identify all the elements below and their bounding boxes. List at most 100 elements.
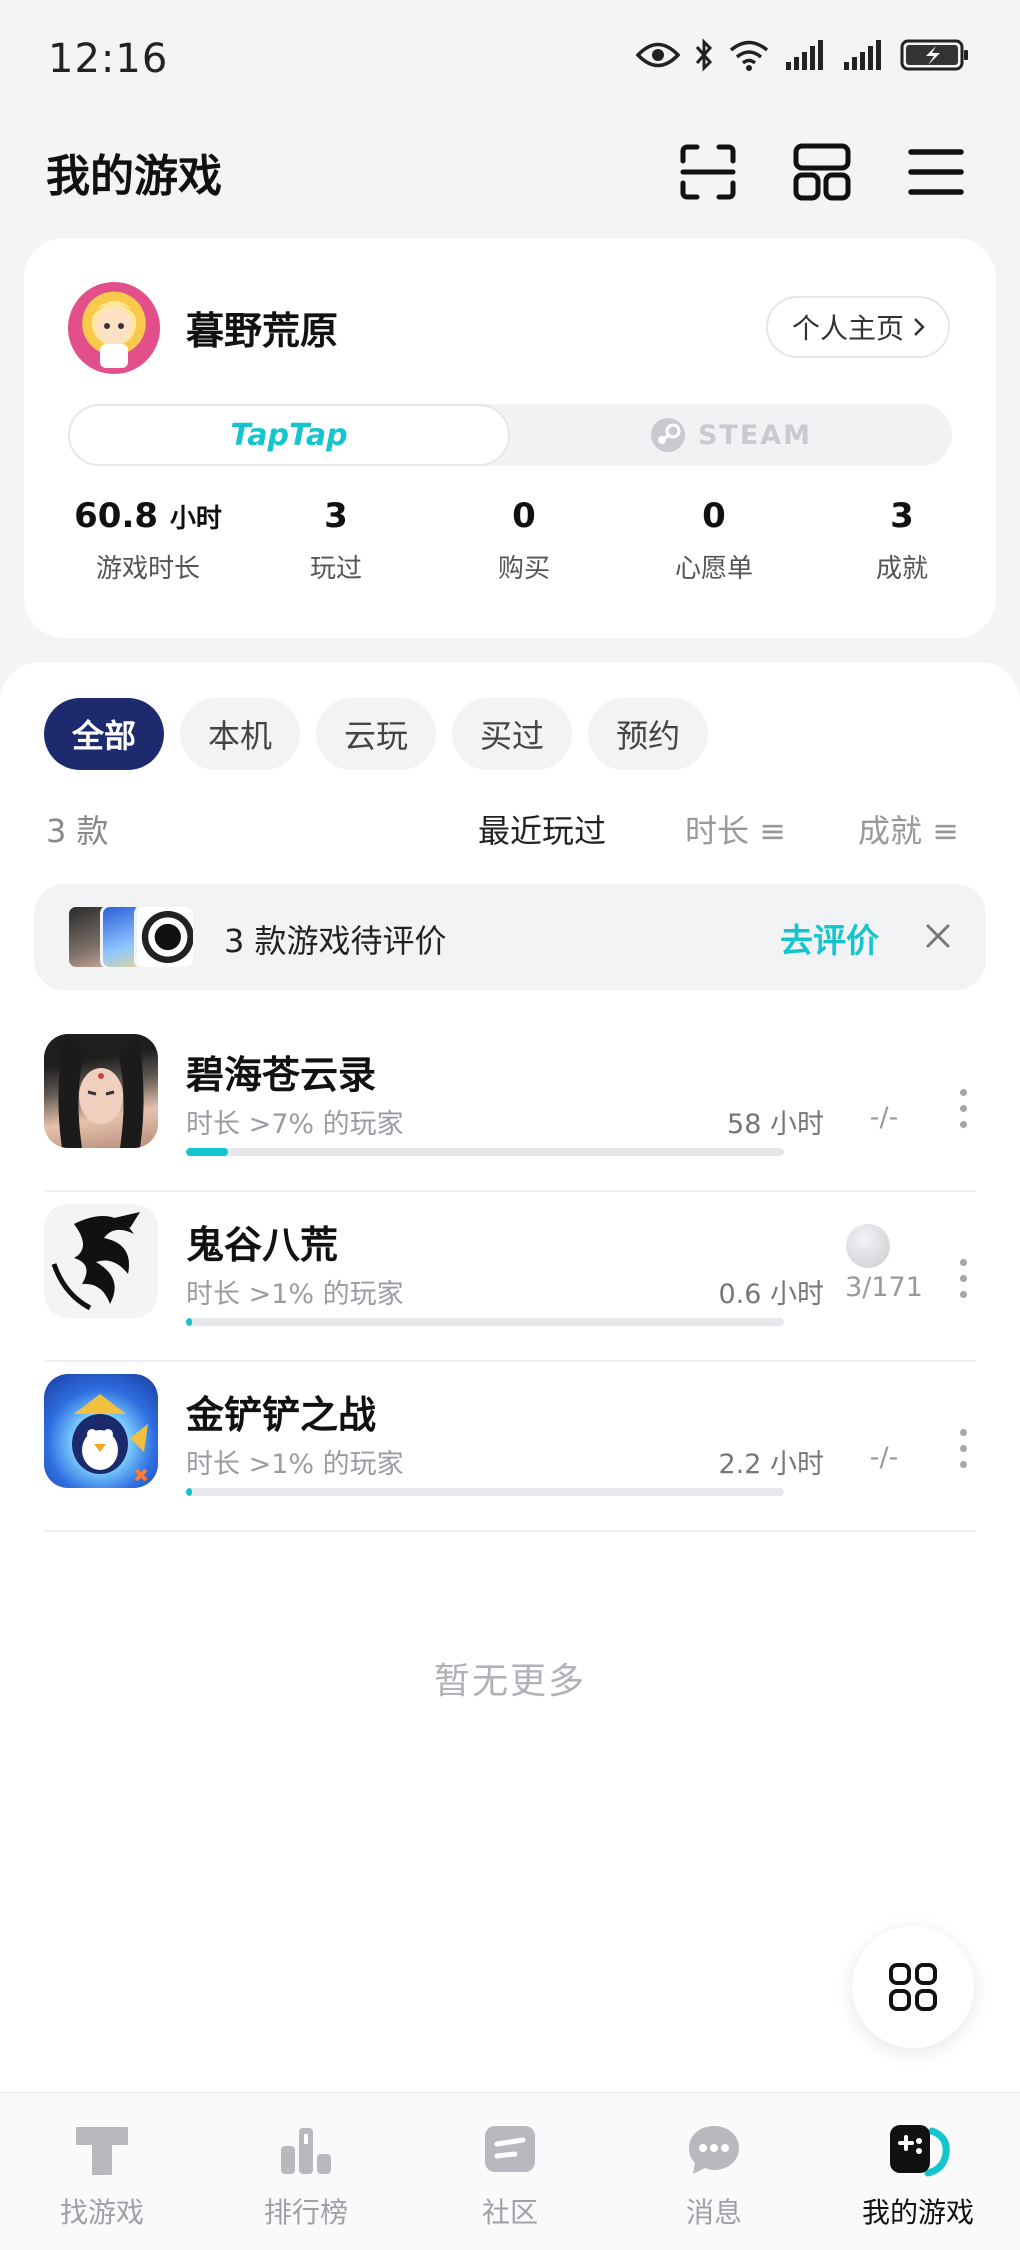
game-list: 碧海苍云录 时长 >7% 的玩家 58 小时 -/- 鬼谷八荒 时长 >1% 的…: [44, 1022, 976, 1532]
stat-label: 心愿单: [674, 554, 754, 584]
filter-chip-all[interactable]: 全部: [44, 698, 165, 770]
platform-switch: TapTap STEAM: [68, 404, 952, 466]
signal-2-icon: [844, 40, 881, 70]
nav-label: 消息: [685, 2196, 742, 2229]
platform-tab-taptap[interactable]: TapTap: [68, 404, 510, 466]
menu-icon: [908, 149, 964, 195]
scan-button[interactable]: [676, 140, 740, 204]
status-icons: [636, 38, 970, 72]
stat-value: 0: [512, 496, 536, 536]
filter-chips: 全部 本机 云玩 买过 预约: [44, 698, 709, 770]
sort-duration[interactable]: 时长 ≡: [685, 806, 786, 852]
playtime-progress-bar: [186, 1148, 784, 1156]
game-hours: 0.6 小时: [718, 1279, 824, 1310]
username: 暮野荒原: [186, 309, 339, 353]
game-row[interactable]: 金铲铲之战 时长 >1% 的玩家 2.2 小时 -/-: [44, 1362, 976, 1532]
review-text: 3 款游戏待评价: [224, 922, 447, 960]
game-percentile: 时长 >7% 的玩家: [186, 1109, 404, 1140]
game-row[interactable]: 鬼谷八荒 时长 >1% 的玩家 0.6 小时 3/171: [44, 1192, 976, 1362]
apps-fab-button[interactable]: [852, 1926, 974, 2048]
my-games-icon: [886, 2117, 950, 2181]
game-count: 3 款: [46, 812, 109, 850]
filter-chip-local[interactable]: 本机: [180, 698, 301, 770]
nav-item-messages[interactable]: 消息: [612, 2117, 816, 2231]
review-thumbnails: [66, 904, 196, 970]
profile-stats: 60.8 小时 游戏时长 3 玩过 0 购买 0 心愿单 3 成就: [24, 496, 996, 616]
achievement-badge-icon: [846, 1224, 890, 1268]
sort-recent[interactable]: 最近玩过: [478, 806, 606, 852]
grid-icon: [793, 143, 851, 201]
nav-item-find-games[interactable]: 找游戏: [0, 2117, 204, 2231]
menu-button[interactable]: [904, 140, 968, 204]
playtime-progress-fill: [186, 1318, 192, 1326]
wifi-icon: [729, 40, 769, 71]
filter-chip-cloud[interactable]: 云玩: [316, 698, 437, 770]
eye-icon: [636, 42, 680, 68]
more-options-button[interactable]: [948, 1248, 978, 1308]
game-name: 鬼谷八荒: [186, 1223, 339, 1267]
header: 我的游戏: [0, 130, 1020, 210]
sort-row: 3 款 最近玩过 时长 ≡ 成就 ≡: [0, 802, 1020, 852]
more-options-button[interactable]: [948, 1078, 978, 1138]
nav-label: 社区: [481, 2196, 538, 2229]
playtime-progress-bar: [186, 1318, 784, 1326]
game-icon[interactable]: [44, 1034, 158, 1148]
battery-charging-icon: [900, 39, 968, 71]
stat-played[interactable]: 3 玩过: [310, 496, 362, 585]
review-action-link[interactable]: 去评价: [780, 914, 879, 962]
stat-label: 成就: [875, 554, 929, 584]
stat-achievements[interactable]: 3 成就: [876, 496, 928, 585]
profile-page-button[interactable]: 个人主页: [765, 296, 950, 358]
filter-chip-reserved[interactable]: 预约: [588, 698, 709, 770]
apps-grid-icon: [889, 1963, 937, 2011]
no-more-text: 暂无更多: [433, 1661, 586, 1702]
stat-purchased[interactable]: 0 购买: [498, 496, 550, 585]
stat-label: 玩过: [309, 554, 363, 584]
game-achievement: -/-: [869, 1102, 899, 1133]
page-title: 我的游戏: [46, 151, 222, 202]
signal-icon: [786, 40, 823, 70]
close-icon: [926, 924, 950, 948]
nav-item-community[interactable]: 社区: [408, 2117, 612, 2231]
sort-achievement[interactable]: 成就 ≡: [858, 806, 959, 852]
grid-button[interactable]: [790, 140, 854, 204]
nav-label: 找游戏: [59, 2196, 144, 2229]
profile-card: 暮野荒原 个人主页 TapTap STEAM 60.8 小时 游戏时长 3 玩过…: [24, 238, 996, 638]
status-time: 12:16: [48, 36, 169, 82]
profile-page-label: 个人主页: [791, 312, 904, 345]
playtime-progress-bar: [186, 1488, 784, 1496]
nav-item-my-games[interactable]: 我的游戏: [816, 2117, 1020, 2231]
steam-icon: [650, 418, 685, 452]
review-banner[interactable]: 3 款游戏待评价 去评价: [34, 884, 986, 990]
game-row[interactable]: 碧海苍云录 时长 >7% 的玩家 58 小时 -/-: [44, 1022, 976, 1192]
stat-label: 购买: [497, 554, 551, 584]
stat-play-time[interactable]: 60.8 小时 游戏时长: [74, 496, 222, 585]
game-percentile: 时长 >1% 的玩家: [186, 1449, 404, 1480]
game-icon[interactable]: [44, 1374, 158, 1488]
status-bar: 12:16: [0, 0, 1020, 120]
game-achievement: 3/171: [845, 1272, 923, 1303]
review-close-button[interactable]: [914, 912, 962, 960]
message-icon: [682, 2117, 746, 2181]
game-icon[interactable]: [44, 1204, 158, 1318]
game-name: 碧海苍云录: [186, 1053, 377, 1097]
game-percentile: 时长 >1% 的玩家: [186, 1279, 404, 1310]
bluetooth-icon: [695, 38, 713, 72]
game-hours: 58 小时: [727, 1109, 824, 1140]
nav-label: 我的游戏: [861, 2196, 974, 2229]
game-name: 金铲铲之战: [186, 1393, 377, 1437]
avatar[interactable]: [68, 282, 160, 374]
stat-value: 3: [324, 496, 348, 536]
leaderboard-icon: [274, 2117, 338, 2181]
stat-wishlist[interactable]: 0 心愿单: [675, 496, 753, 585]
stat-value: 0: [702, 496, 726, 536]
filter-chip-purchased[interactable]: 买过: [452, 698, 573, 770]
platform-tab-steam[interactable]: STEAM: [510, 404, 952, 466]
stat-label: 游戏时长: [95, 554, 200, 584]
more-options-button[interactable]: [948, 1418, 978, 1478]
find-games-icon: [70, 2117, 134, 2181]
nav-item-leaderboard[interactable]: 排行榜: [204, 2117, 408, 2231]
chevron-right-icon: [914, 318, 925, 336]
nav-label: 排行榜: [263, 2196, 348, 2229]
community-icon: [478, 2117, 542, 2181]
